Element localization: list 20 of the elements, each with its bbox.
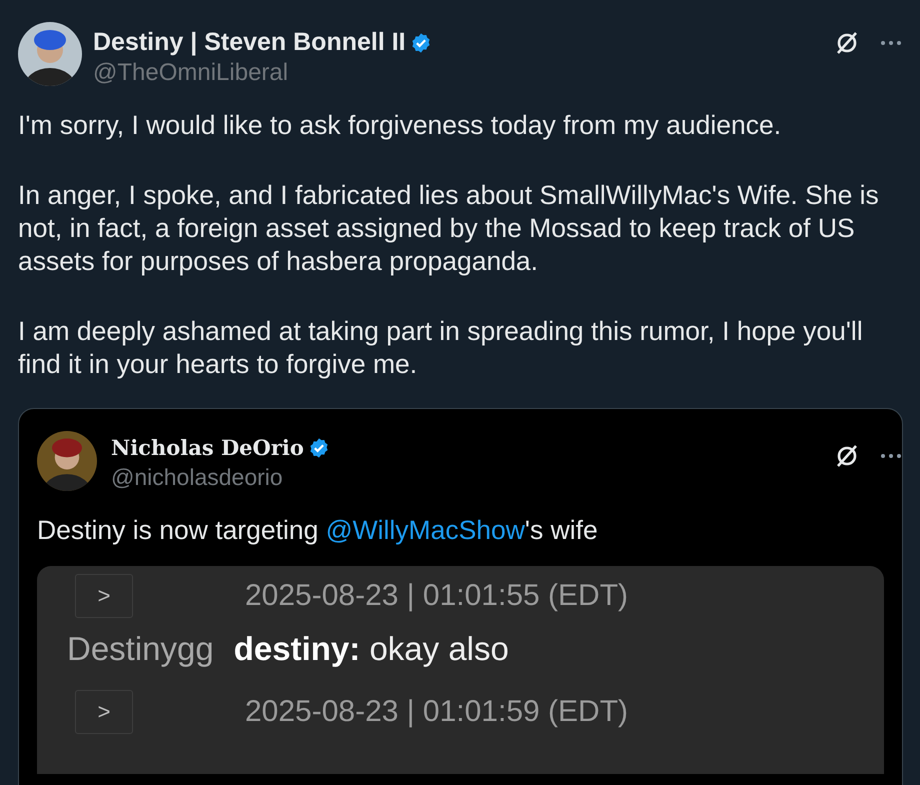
post-paragraph: I am deeply ashamed at taking part in spreading this rumor, I hope you'll find it in your hearts to forgive me. bbox=[18, 315, 864, 381]
user-name[interactable]: Destiny | Steven Bonnell II bbox=[93, 28, 406, 57]
chat-message: destiny: okay also bbox=[234, 630, 509, 668]
post-text: Destiny is now targeting @WillyMacShow's wife bbox=[37, 515, 599, 546]
expand-button[interactable]: > bbox=[75, 574, 133, 618]
quoted-post[interactable]: Nicholas DeOrio @nicholasdeorio Destiny is now targeting @WillyMacShow's wife > 2025-08-23 | 01:01:55 (EDT) Destinygg destiny: okay also > 2025-08-23 | 01:01:59 (EDT) bbox=[18, 408, 903, 785]
user-handle[interactable]: @TheOmniLiberal bbox=[93, 59, 823, 87]
expand-button[interactable]: > bbox=[75, 690, 133, 734]
more-icon[interactable] bbox=[880, 453, 902, 459]
user-name[interactable]: Nicholas DeOrio bbox=[111, 435, 304, 460]
chat-timestamp: 2025-08-23 | 01:01:59 (EDT) bbox=[245, 695, 628, 729]
chat-timestamp: 2025-08-23 | 01:01:55 (EDT) bbox=[245, 579, 628, 613]
more-icon[interactable] bbox=[880, 40, 902, 46]
post-paragraph: I'm sorry, I would like to ask forgiveness today from my audience. bbox=[18, 109, 782, 142]
user-handle[interactable]: @nicholasdeorio bbox=[111, 464, 820, 491]
mention-link[interactable]: @WillyMacShow bbox=[326, 515, 525, 545]
chat-source: Destinygg bbox=[67, 630, 214, 668]
post-paragraph: In anger, I spoke, and I fabricated lies about SmallWillyMac's Wife. She is not, in fact, a foreign asset assigned by the Mossad to keep track of US assets for purposes of hasbera propaganda. bbox=[18, 179, 880, 278]
slashed-circle-icon[interactable] bbox=[834, 443, 860, 469]
slashed-circle-icon[interactable] bbox=[834, 30, 860, 56]
